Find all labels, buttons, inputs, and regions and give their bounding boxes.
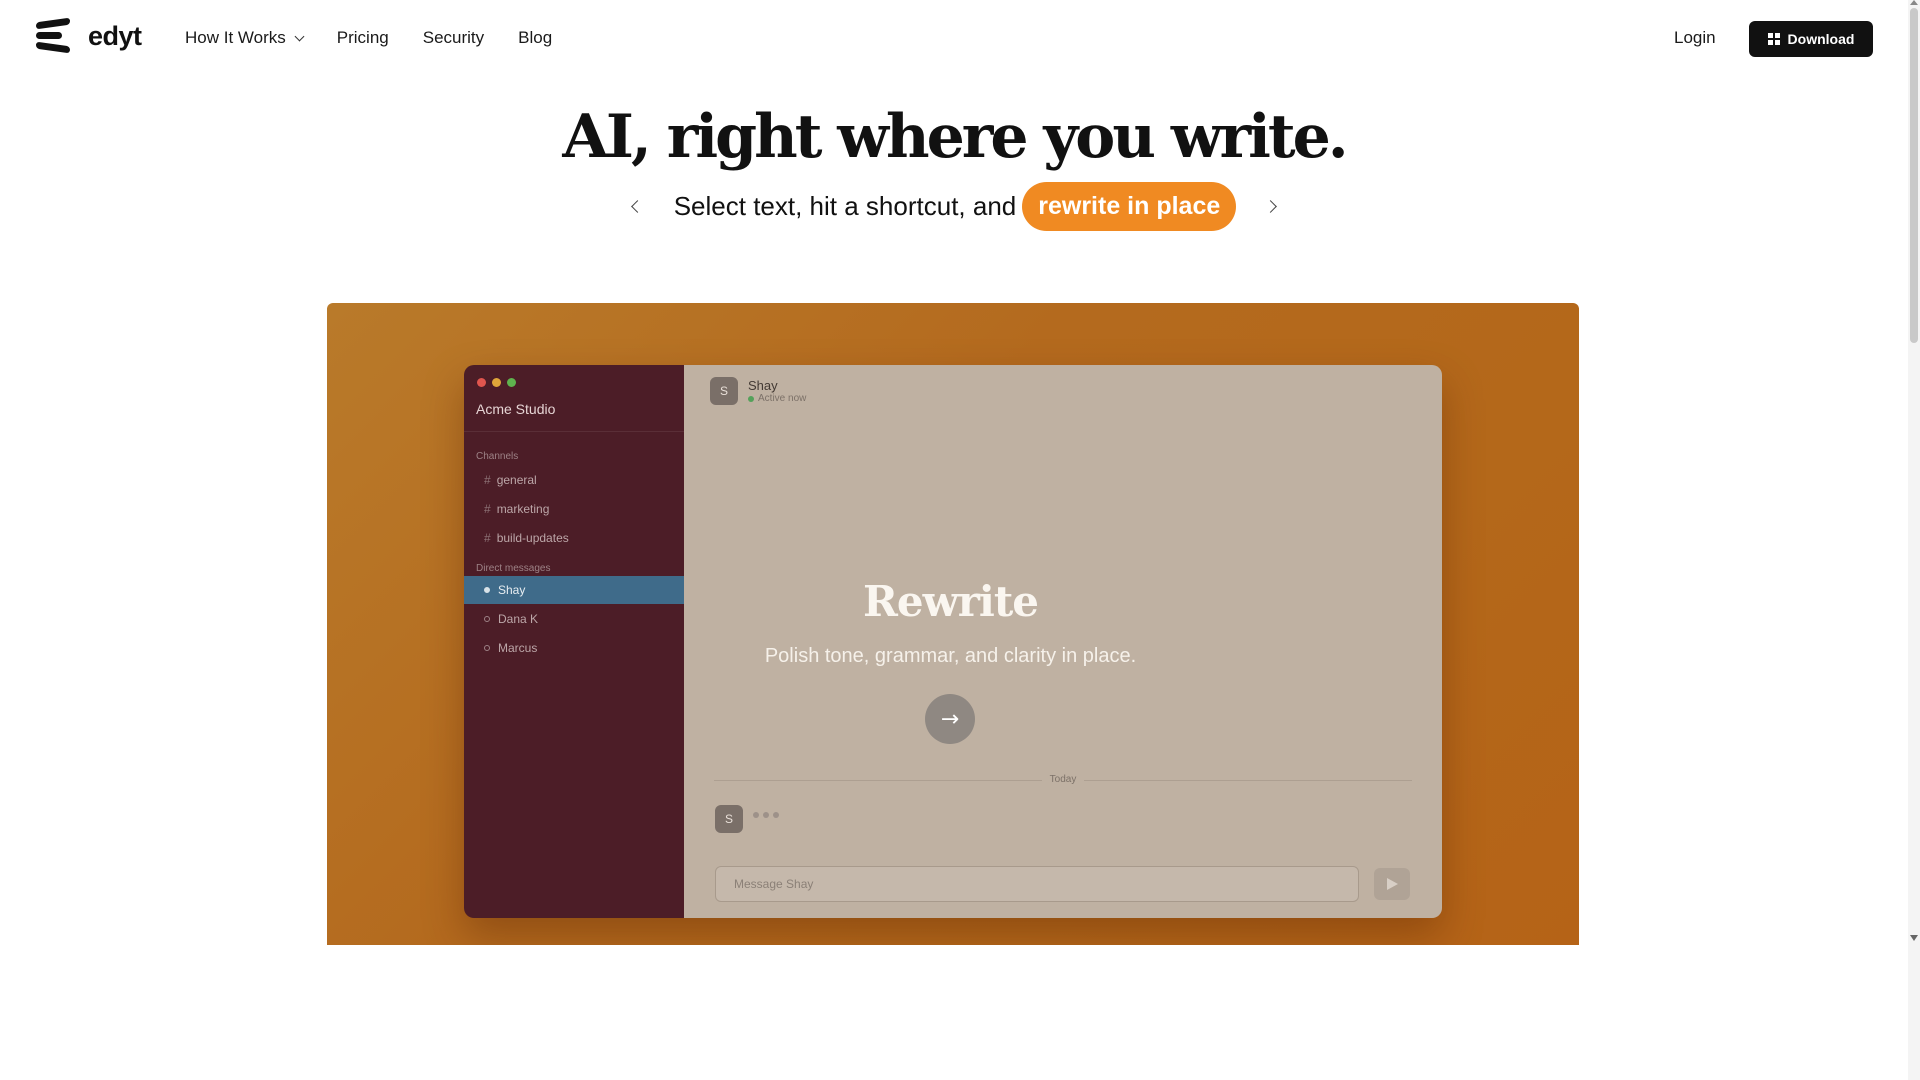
presence-status: Active now [748,393,806,404]
dm-item[interactable]: Marcus [464,634,684,662]
chat-header: S Shay Active now [710,377,806,405]
page-scrollbar[interactable] [1908,0,1920,1080]
demo-chat-pane: S Shay Active now Rewrite Polish tone, g… [684,365,1442,918]
send-button[interactable] [1374,868,1410,900]
chat-contact-name: Shay [748,378,778,393]
avatar: S [715,805,743,833]
windows-icon [1767,33,1780,45]
send-icon [1386,878,1398,890]
download-button[interactable]: Download [1749,21,1873,57]
message-input[interactable]: Message Shay [715,866,1359,902]
nav-how-it-works-label: How It Works [185,28,286,47]
chevron-right-icon[interactable] [1258,195,1282,219]
nav-blog[interactable]: Blog [518,28,552,48]
nav-security[interactable]: Security [423,28,484,48]
divider [464,431,684,432]
hero-highlight-pill: rewrite in place [1022,182,1237,231]
top-navigation: edyt How It Works Pricing Security Blog … [0,0,1908,78]
typing-indicator: S [715,805,779,833]
channel-item[interactable]: # marketing [484,502,549,516]
scroll-thumb[interactable] [1910,8,1918,343]
nav-links: How It Works Pricing Security Blog [185,28,552,48]
dm-heading[interactable]: Direct messages [476,563,550,574]
feature-description: Polish tone, grammar, and clarity in pla… [764,645,1137,667]
scroll-down-icon[interactable] [1910,935,1918,941]
typing-dots [753,812,779,818]
channel-item[interactable]: # build-updates [484,531,569,545]
channel-item[interactable]: # general [484,473,537,487]
dm-item[interactable]: Dana K [464,605,684,633]
hero-subtitle: Select text, hit a shortcut, and [673,191,1017,221]
next-feature-button[interactable]: → [925,694,975,744]
nav-how-it-works[interactable]: How It Works [185,28,305,48]
hero-subtitle-carousel: Select text, hit a shortcut, and rewrite… [0,182,1908,231]
nav-pricing[interactable]: Pricing [337,28,389,48]
scroll-up-icon[interactable] [1910,0,1918,5]
day-label: Today [684,774,1442,785]
product-showcase: Acme Studio Channels # general # marketing… [327,303,1579,945]
download-label: Download [1787,31,1855,47]
dm-item[interactable]: Shay [464,576,684,604]
login-link[interactable]: Login [1674,28,1716,48]
avatar: S [710,377,738,405]
workspace-name[interactable]: Acme Studio [476,401,555,417]
demo-app-window: Acme Studio Channels # general # marketing… [464,365,1442,918]
chevron-left-icon[interactable] [626,195,650,219]
logo-icon [36,17,70,54]
channels-heading[interactable]: Channels [476,451,518,462]
brand-name: edyt [88,20,142,51]
hero-title: AI, right where you write. [562,102,1348,172]
feature-title: Rewrite [863,577,1039,626]
chevron-down-icon [294,31,305,41]
demo-sidebar: Acme Studio Channels # general # marketing… [464,365,684,918]
brand-logo[interactable]: edyt [36,17,142,54]
window-controls [477,378,516,387]
arrow-right-icon: → [940,706,960,732]
